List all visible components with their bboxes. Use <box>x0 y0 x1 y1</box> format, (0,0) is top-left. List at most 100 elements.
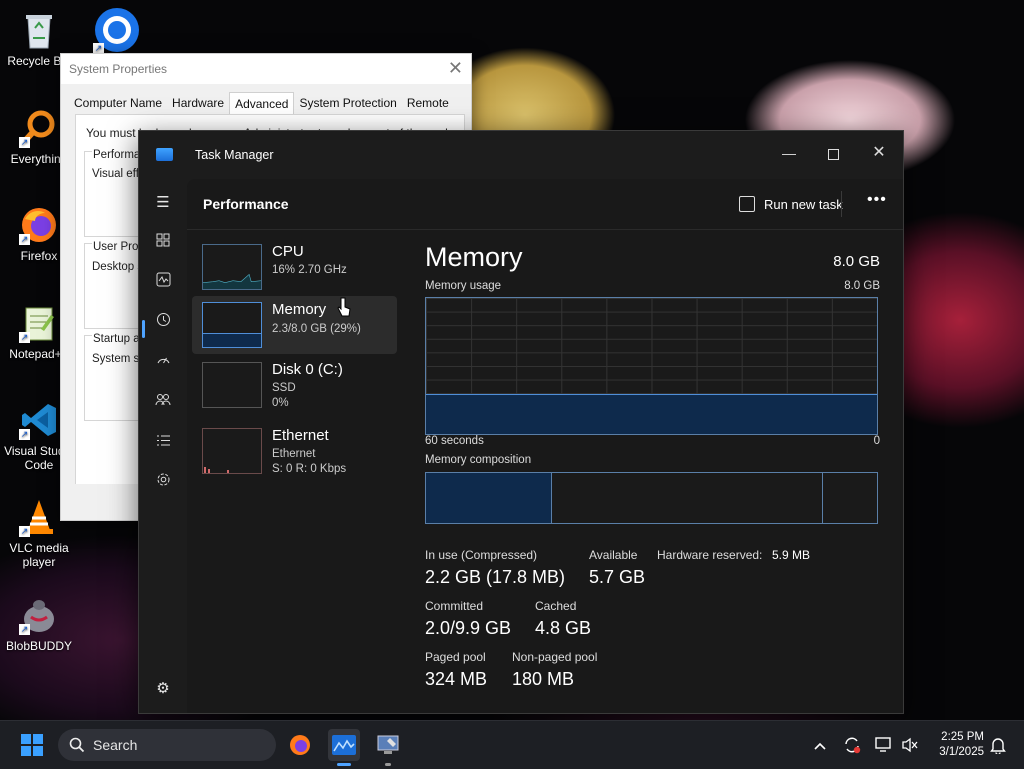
startup-apps-icon[interactable] <box>147 349 179 377</box>
run-new-task-button[interactable]: Run new task <box>739 193 843 215</box>
task-manager-nav: ☰ ⚙ <box>139 179 187 713</box>
taskbar-system-properties[interactable] <box>372 729 404 761</box>
performance-page: Performance Run new task ••• CPU 16% 2.7… <box>187 179 903 713</box>
close-button[interactable]: ✕ <box>864 139 894 167</box>
graph-time-end: 0 <box>873 435 880 447</box>
task-manager-icon <box>332 735 356 755</box>
available-value: 5.7 GB <box>589 567 646 587</box>
committed-value: 2.0/9.9 GB <box>425 618 512 638</box>
firefox-icon: ↗ <box>19 205 59 245</box>
chrome-icon: ↗ <box>93 6 141 54</box>
blobbuddy-icon: ↗ <box>19 595 59 635</box>
clock-date: 3/1/2025 <box>939 746 984 758</box>
memory-heading: Memory <box>425 242 523 272</box>
close-icon[interactable]: ✕ <box>448 58 463 79</box>
minimize-button[interactable]: — <box>774 139 804 167</box>
shortcut-arrow-icon: ↗ <box>19 332 30 343</box>
clock-time: 2:25 PM <box>941 731 984 743</box>
taskbar-firefox[interactable] <box>284 729 316 761</box>
memory-usage-label: Memory usage <box>425 280 502 292</box>
task-manager-window: Task Manager — ✕ ☰ ⚙ Performance Run new… <box>138 130 904 714</box>
vscode-icon: ↗ <box>19 400 59 440</box>
ethernet-thumbnail-graph <box>202 428 262 474</box>
run-new-task-icon <box>739 196 755 212</box>
taskbar-clock[interactable]: 2:25 PM 3/1/2025 <box>922 730 984 760</box>
startup-recovery-group <box>84 335 146 421</box>
taskbar-search-box[interactable]: Search <box>58 729 276 761</box>
device-card-disk[interactable]: Disk 0 (C:) SSD 0% <box>192 356 397 414</box>
committed-label: Committed <box>425 599 484 613</box>
header-divider <box>841 191 842 217</box>
device-card-ethernet[interactable]: Ethernet Ethernet S: 0 R: 0 Kbps <box>192 422 397 480</box>
device-name-disk: Disk 0 (C:) <box>272 361 343 378</box>
device-card-memory[interactable]: Memory 2.3/8.0 GB (29%) <box>192 296 397 354</box>
chevron-up-icon <box>814 742 826 750</box>
desktop-icon-chrome[interactable]: ↗ <box>78 6 156 58</box>
cpu-thumbnail-graph <box>202 244 262 290</box>
tab-system-protection[interactable]: System Protection <box>294 92 401 114</box>
notepad-plus-plus-icon: ↗ <box>19 303 59 343</box>
device-detail-ethernet-throughput: S: 0 R: 0 Kbps <box>272 463 347 475</box>
system-properties-title: System Properties <box>61 54 471 84</box>
processes-icon[interactable] <box>147 229 179 257</box>
paged-pool-label: Paged pool <box>425 650 486 664</box>
vlc-icon: ↗ <box>19 497 59 537</box>
taskbar-task-manager[interactable] <box>328 729 360 761</box>
composition-in-use <box>426 473 553 523</box>
hardware-reserved-value: 5.9 MB <box>772 548 811 562</box>
cached-label: Cached <box>535 599 577 613</box>
taskbar: Search 2:25 PM 3/1/2025 <box>0 720 1024 769</box>
task-manager-titlebar[interactable]: Task Manager — ✕ <box>139 131 903 179</box>
maximize-icon <box>827 148 839 160</box>
task-manager-title: Task Manager <box>195 148 274 162</box>
firefox-icon <box>290 735 310 755</box>
nav-selection-indicator <box>142 320 145 338</box>
desktop-icon-blobbuddy[interactable]: ↗ BlobBUDDY <box>0 595 78 653</box>
composition-free <box>823 473 877 523</box>
in-use-label: In use (Compressed) <box>425 548 538 562</box>
task-manager-running-indicator <box>337 763 351 766</box>
hardware-reserved-label: Hardware reserved: <box>657 548 763 562</box>
tab-remote[interactable]: Remote <box>402 92 454 114</box>
settings-icon[interactable]: ⚙ <box>147 675 179 703</box>
shortcut-arrow-icon: ↗ <box>19 624 30 635</box>
hamburger-menu-icon[interactable]: ☰ <box>147 189 179 217</box>
shortcut-arrow-icon: ↗ <box>19 234 30 245</box>
system-properties-icon <box>377 735 399 754</box>
everything-icon: ↗ <box>19 108 59 148</box>
memory-thumbnail-fill <box>203 333 261 347</box>
notifications-bell-icon[interactable] <box>982 729 1014 761</box>
users-icon[interactable] <box>147 389 179 417</box>
search-placeholder: Search <box>93 737 138 753</box>
recycle-bin-icon <box>19 10 59 50</box>
system-properties-running-indicator <box>385 763 391 766</box>
shortcut-arrow-icon: ↗ <box>19 429 30 440</box>
search-icon <box>69 737 85 753</box>
services-icon[interactable] <box>147 469 179 497</box>
memory-capacity: 8.0 GB <box>833 253 880 270</box>
in-use-value: 2.2 GB (17.8 MB) <box>425 567 566 587</box>
maximize-button[interactable] <box>818 139 848 167</box>
device-detail-disk-usage: 0% <box>272 397 289 409</box>
start-button[interactable] <box>16 729 48 761</box>
memory-usage-graph <box>425 297 878 435</box>
device-detail-memory: 2.3/8.0 GB (29%) <box>272 323 361 335</box>
paged-pool-value: 324 MB <box>425 669 488 689</box>
tab-computer-name[interactable]: Computer Name <box>69 92 167 114</box>
app-history-icon[interactable] <box>147 309 179 337</box>
details-icon[interactable] <box>147 429 179 457</box>
memory-composition-label: Memory composition <box>425 454 532 466</box>
performance-icon[interactable] <box>147 269 179 297</box>
memory-thumbnail-graph <box>202 302 262 348</box>
task-manager-icon <box>156 148 173 161</box>
cached-value: 4.8 GB <box>535 618 592 638</box>
device-card-cpu[interactable]: CPU 16% 2.70 GHz <box>192 238 397 296</box>
tab-advanced[interactable]: Advanced <box>229 92 295 115</box>
more-options-button[interactable]: ••• <box>867 191 887 209</box>
show-hidden-icons-button[interactable] <box>804 729 836 761</box>
sync-status-icon[interactable] <box>836 729 868 761</box>
performance-header: Performance Run new task ••• <box>187 179 903 230</box>
composition-standby <box>552 473 823 523</box>
tab-hardware[interactable]: Hardware <box>167 92 229 114</box>
performance-group <box>84 151 146 237</box>
